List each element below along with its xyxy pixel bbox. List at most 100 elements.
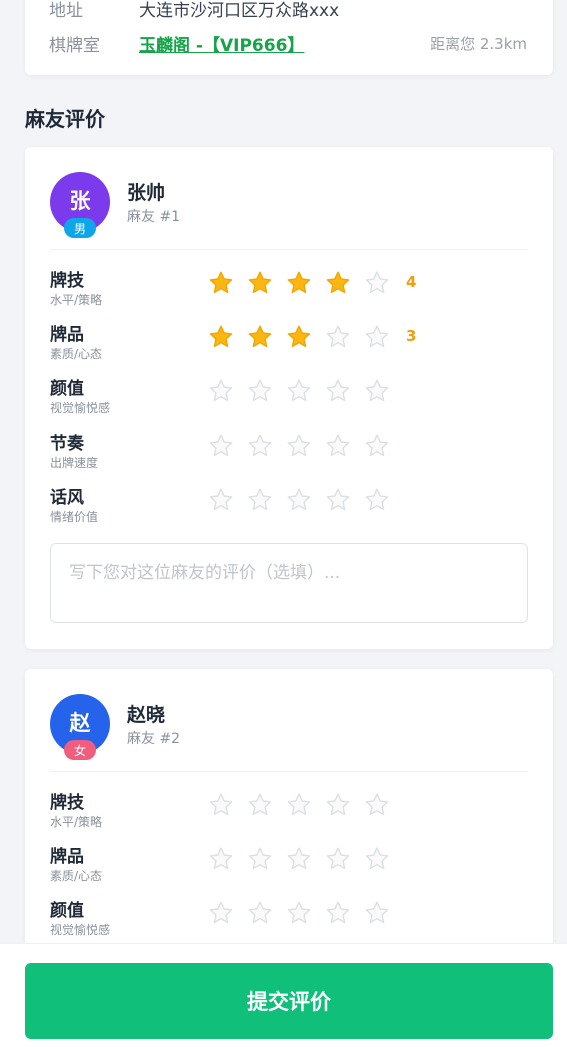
star-icon[interactable] [325,378,351,404]
criterion-subtitle: 素质/心态 [50,869,103,883]
criterion-row: 话风 情绪价值 [50,487,528,533]
star-icon[interactable] [286,378,312,404]
criterion-row: 颜值 视觉愉悦感 [50,900,528,946]
score-text: 3 [406,327,417,345]
gender-badge: 女 [64,740,96,760]
star-icon[interactable] [325,487,351,513]
star-icon[interactable] [364,324,390,350]
divider [50,771,528,772]
gender-badge: 男 [64,218,96,238]
player-number: 麻友 #2 [127,731,181,747]
criterion-subtitle: 情绪价值 [50,510,99,524]
avatar-initial: 赵 [69,711,91,735]
criterion-subtitle: 素质/心态 [50,347,103,361]
criterion-name: 牌品 [50,325,84,345]
star-icon[interactable] [247,792,273,818]
star-icon[interactable] [208,846,234,872]
star-rating [208,378,390,408]
star-rating [208,324,390,354]
star-icon[interactable] [247,487,273,513]
criterion-subtitle: 出牌速度 [50,456,99,470]
star-icon[interactable] [247,433,273,459]
avatar: 张 男 [50,172,110,238]
star-icon[interactable] [364,900,390,926]
star-icon[interactable] [325,846,351,872]
star-rating [208,792,390,822]
criterion-subtitle: 视觉愉悦感 [50,923,111,937]
criterion-name: 颜值 [50,901,84,921]
star-icon[interactable] [325,270,351,296]
criterion-name: 牌品 [50,847,84,867]
star-icon[interactable] [286,792,312,818]
criterion-name: 牌技 [50,271,84,291]
criterion-name: 节奏 [50,434,84,454]
criterion-subtitle: 水平/策略 [50,293,103,307]
star-icon[interactable] [364,487,390,513]
address-row: 地址 大连市沙河口区万众路xxx [49,0,527,23]
distance-text: 距离您 2.3km [430,34,527,53]
rating-page: 地址 大连市沙河口区万众路xxx 棋牌室 玉麟阁 -【VIP666】 距离您 2… [0,0,567,1047]
criterion-subtitle: 水平/策略 [50,815,103,829]
player-name: 张帅 [127,182,166,204]
player-name: 赵晓 [127,704,166,726]
star-icon[interactable] [286,433,312,459]
star-icon[interactable] [325,324,351,350]
star-rating [208,900,390,930]
criterion-name: 话风 [50,488,84,508]
star-icon[interactable] [325,433,351,459]
player-number: 麻友 #1 [127,209,181,225]
star-icon[interactable] [247,900,273,926]
star-rating [208,487,390,517]
bottom-bar: 提交评价 [0,943,567,1047]
star-icon[interactable] [247,324,273,350]
avatar: 赵 女 [50,694,110,760]
criterion-row: 牌技 水平/策略 4 [50,270,528,316]
criterion-row: 颜值 视觉愉悦感 [50,378,528,424]
criterion-row: 牌品 素质/心态 3 [50,324,528,370]
star-icon[interactable] [325,792,351,818]
star-icon[interactable] [208,324,234,350]
star-icon[interactable] [208,900,234,926]
game-info-card: 地址 大连市沙河口区万众路xxx 棋牌室 玉麟阁 -【VIP666】 距离您 2… [25,0,553,75]
star-icon[interactable] [286,900,312,926]
star-icon[interactable] [247,270,273,296]
player-card: 张 男 张帅 麻友 #1 牌技 水平/策略 4 牌品 素质/心态 3 颜值 视觉… [25,147,553,649]
submit-rating-button[interactable]: 提交评价 [25,963,553,1039]
address-value: 大连市沙河口区万众路xxx [139,0,340,21]
star-icon[interactable] [286,324,312,350]
star-icon[interactable] [286,846,312,872]
criterion-subtitle: 视觉愉悦感 [50,401,111,415]
star-rating [208,433,390,463]
criterion-name: 牌技 [50,793,84,813]
star-icon[interactable] [286,487,312,513]
criterion-name: 颜值 [50,379,84,399]
star-icon[interactable] [208,270,234,296]
star-icon[interactable] [208,433,234,459]
star-icon[interactable] [208,792,234,818]
star-icon[interactable] [208,487,234,513]
divider [50,249,528,250]
star-icon[interactable] [247,378,273,404]
comment-input[interactable] [50,543,528,623]
star-icon[interactable] [364,378,390,404]
address-label: 地址 [49,0,83,21]
room-link[interactable]: 玉麟阁 -【VIP666】 [139,31,304,56]
star-icon[interactable] [325,900,351,926]
criterion-row: 牌品 素质/心态 [50,846,528,892]
room-label: 棋牌室 [49,35,100,56]
star-rating [208,846,390,876]
avatar-initial: 张 [69,189,91,213]
star-rating [208,270,390,300]
star-icon[interactable] [208,378,234,404]
criterion-row: 节奏 出牌速度 [50,433,528,479]
section-title: 麻友评价 [25,107,105,131]
room-row: 棋牌室 玉麟阁 -【VIP666】 距离您 2.3km [49,28,527,58]
criterion-row: 牌技 水平/策略 [50,792,528,838]
star-icon[interactable] [364,270,390,296]
star-icon[interactable] [364,433,390,459]
score-text: 4 [406,273,417,291]
star-icon[interactable] [364,792,390,818]
star-icon[interactable] [247,846,273,872]
star-icon[interactable] [286,270,312,296]
star-icon[interactable] [364,846,390,872]
